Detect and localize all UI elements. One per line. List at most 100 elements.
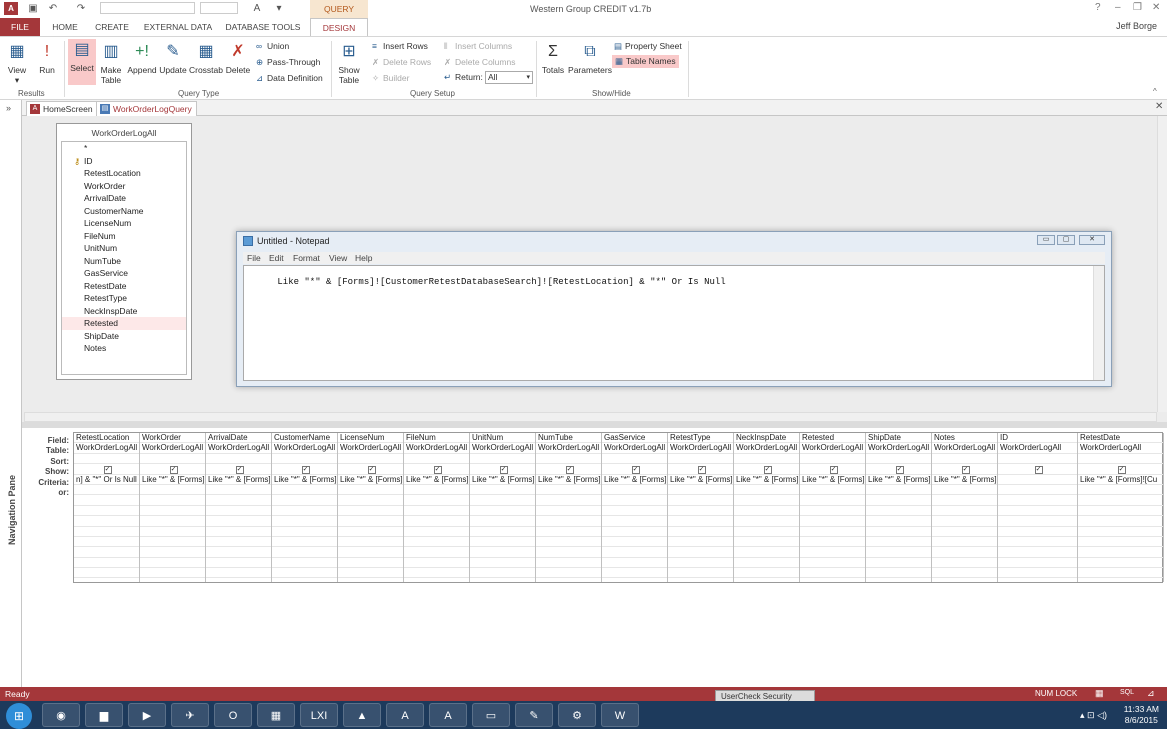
grid-field-cell[interactable]: Retested [800, 433, 865, 444]
grid-empty-cell[interactable] [74, 568, 139, 579]
grid-sort-cell[interactable] [800, 454, 865, 465]
field-item[interactable]: WorkOrder [62, 180, 186, 193]
show-checkbox[interactable]: ✓ [763, 466, 772, 474]
font-color-icon[interactable]: A [250, 2, 264, 15]
taskbar-notes-icon[interactable]: ✎ [515, 703, 553, 727]
font-name-combo[interactable] [100, 2, 195, 14]
grid-empty-cell[interactable] [338, 547, 403, 558]
undo-icon[interactable]: ↶ [46, 2, 60, 15]
grid-table-cell[interactable]: WorkOrderLogAll [338, 443, 403, 454]
grid-empty-cell[interactable] [602, 547, 667, 558]
grid-column[interactable]: LicenseNum WorkOrderLogAll ✓ Like "*" & [Fo… [338, 433, 404, 582]
grid-empty-cell[interactable] [998, 527, 1077, 537]
grid-empty-cell[interactable] [272, 547, 337, 558]
grid-empty-cell[interactable] [470, 527, 535, 537]
grid-empty-cell[interactable] [470, 558, 535, 569]
grid-criteria-cell[interactable]: Like "*" & [Forms]! [536, 475, 601, 485]
grid-empty-cell[interactable] [272, 527, 337, 537]
notepad-menu-edit[interactable]: Edit [269, 253, 284, 263]
grid-show-cell[interactable]: ✓ [602, 464, 667, 475]
grid-or-cell[interactable] [404, 485, 469, 496]
grid-or-cell[interactable] [140, 485, 205, 496]
grid-show-cell[interactable]: ✓ [404, 464, 469, 475]
grid-or-cell[interactable] [932, 485, 997, 496]
field-item[interactable]: GasService [62, 267, 186, 280]
doc-tab-homescreen[interactable]: A HomeScreen [26, 101, 98, 116]
grid-empty-cell[interactable] [74, 547, 139, 558]
grid-empty-cell[interactable] [536, 547, 601, 558]
grid-show-cell[interactable]: ✓ [140, 464, 205, 475]
grid-sort-cell[interactable] [734, 454, 799, 465]
show-table-button[interactable]: ⊞ Show Table [335, 41, 363, 85]
grid-sort-cell[interactable] [470, 454, 535, 465]
grid-empty-cell[interactable] [932, 537, 997, 548]
grid-sort-cell[interactable] [338, 454, 403, 465]
grid-empty-cell[interactable] [668, 537, 733, 548]
clock[interactable]: 11:33 AM 8/6/2015 [1124, 704, 1159, 726]
grid-empty-cell[interactable] [404, 547, 469, 558]
grid-empty-cell[interactable] [668, 516, 733, 527]
grid-empty-cell[interactable] [404, 516, 469, 527]
grid-empty-cell[interactable] [140, 516, 205, 527]
show-checkbox[interactable]: ✓ [433, 466, 442, 474]
save-icon[interactable]: ▣ [26, 2, 40, 15]
grid-show-cell[interactable]: ✓ [74, 464, 139, 475]
grid-empty-cell[interactable] [998, 537, 1077, 548]
grid-column[interactable]: CustomerName WorkOrderLogAll ✓ Like "*" & [… [272, 433, 338, 582]
grid-empty-cell[interactable] [470, 547, 535, 558]
grid-show-cell[interactable]: ✓ [668, 464, 733, 475]
builder-button[interactable]: ✧ Builder [372, 73, 409, 84]
upper-vertical-scrollbar[interactable] [1157, 116, 1167, 412]
grid-empty-cell[interactable] [338, 516, 403, 527]
grid-empty-cell[interactable] [1078, 495, 1163, 506]
grid-or-cell[interactable] [272, 485, 337, 496]
grid-empty-cell[interactable] [404, 537, 469, 548]
grid-empty-cell[interactable] [338, 506, 403, 517]
table-field-list[interactable]: WorkOrderLogAll * ⚷ ID RetestLocation WorkOr… [56, 123, 192, 380]
insert-columns-button[interactable]: ⫴ Insert Columns [444, 41, 512, 52]
tab-external-data[interactable]: EXTERNAL DATA [140, 18, 216, 36]
field-item[interactable]: LicenseNum [62, 217, 186, 230]
grid-field-cell[interactable]: RetestType [668, 433, 733, 444]
grid-empty-cell[interactable] [734, 527, 799, 537]
grid-empty-cell[interactable] [998, 516, 1077, 527]
grid-empty-cell[interactable] [734, 516, 799, 527]
show-checkbox[interactable]: ✓ [367, 466, 376, 474]
grid-empty-cell[interactable] [206, 558, 271, 569]
grid-empty-cell[interactable] [932, 527, 997, 537]
grid-empty-cell[interactable] [272, 558, 337, 569]
grid-column[interactable]: RetestLocation WorkOrderLogAll ✓ n] & "*" O… [74, 433, 140, 582]
grid-empty-cell[interactable] [74, 537, 139, 548]
grid-empty-cell[interactable] [74, 506, 139, 517]
grid-empty-cell[interactable] [1078, 506, 1163, 517]
notepad-close-icon[interactable]: ✕ [1079, 235, 1105, 245]
grid-field-cell[interactable]: NumTube [536, 433, 601, 444]
taskbar-outlook-icon[interactable]: O [214, 703, 252, 727]
grid-column[interactable]: ArrivalDate WorkOrderLogAll ✓ Like "*" & [F… [206, 433, 272, 582]
grid-empty-cell[interactable] [338, 495, 403, 506]
field-item[interactable]: RetestLocation [62, 167, 186, 180]
grid-table-cell[interactable]: WorkOrderLogAll [866, 443, 931, 454]
grid-sort-cell[interactable] [602, 454, 667, 465]
parameters-button[interactable]: ⧉ Parameters [568, 41, 612, 75]
grid-empty-cell[interactable] [998, 568, 1077, 579]
grid-empty-cell[interactable] [998, 506, 1077, 517]
update-button[interactable]: ✎ Update [158, 41, 188, 75]
grid-column[interactable]: NeckInspDate WorkOrderLogAll ✓ Like "*" & [… [734, 433, 800, 582]
grid-empty-cell[interactable] [536, 527, 601, 537]
grid-or-cell[interactable] [1078, 485, 1163, 496]
grid-sort-cell[interactable] [140, 454, 205, 465]
field-item[interactable]: Notes [62, 342, 186, 355]
grid-empty-cell[interactable] [74, 527, 139, 537]
show-checkbox[interactable]: ✓ [103, 466, 112, 474]
grid-empty-cell[interactable] [602, 537, 667, 548]
grid-criteria-cell[interactable]: n] & "*" Or Is Null [74, 475, 139, 485]
grid-or-cell[interactable] [536, 485, 601, 496]
crosstab-button[interactable]: ▦ Crosstab [188, 41, 224, 75]
make-table-button[interactable]: ▥ Make Table [98, 41, 124, 85]
customize-qat-icon[interactable]: ▾ [272, 2, 286, 15]
grid-empty-cell[interactable] [404, 527, 469, 537]
grid-field-cell[interactable]: CustomerName [272, 433, 337, 444]
field-item[interactable]: Retested [62, 317, 186, 330]
grid-empty-cell[interactable] [140, 506, 205, 517]
